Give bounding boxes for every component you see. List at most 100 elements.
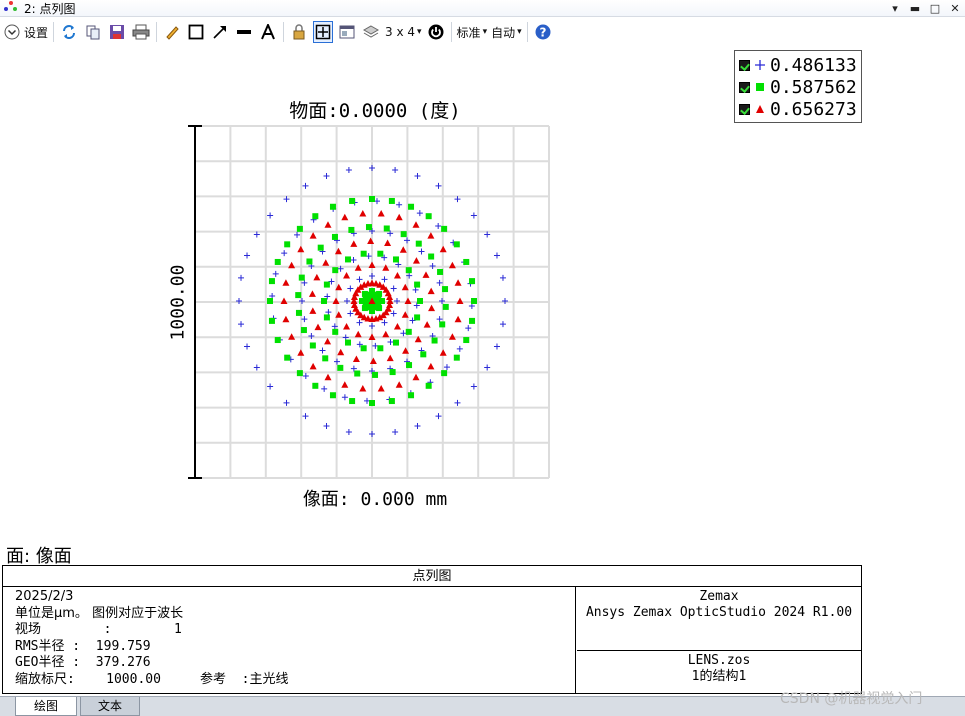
spot-plus	[319, 347, 326, 354]
checkbox-icon[interactable]	[739, 103, 750, 115]
spot-plus	[435, 182, 442, 189]
power-button[interactable]	[426, 21, 446, 43]
info-scale: 缩放标尺: 1000.00	[15, 671, 161, 687]
print-button[interactable]	[131, 21, 151, 43]
spot-square	[471, 298, 477, 304]
info-filename: LENS.zos	[687, 653, 751, 668]
spot-plus	[465, 325, 472, 332]
spot-triangle	[297, 245, 305, 253]
spot-square	[321, 298, 327, 304]
spot-plus	[301, 279, 308, 286]
spot-plus	[435, 413, 442, 420]
save-button[interactable]	[107, 21, 127, 43]
spot-square	[332, 267, 339, 274]
spot-plus	[394, 298, 400, 304]
spot-plus	[404, 237, 410, 244]
text-tool-button[interactable]	[258, 21, 278, 43]
line-tool-button[interactable]	[234, 21, 254, 43]
grid-dropdown[interactable]: 3 x 4	[385, 21, 422, 43]
copy-icon	[86, 25, 100, 40]
spot-square	[469, 317, 476, 324]
rectangle-tool-button[interactable]	[186, 21, 206, 43]
auto-dropdown[interactable]: 自动	[491, 21, 522, 43]
spot-plus	[334, 358, 340, 365]
fit-button[interactable]	[313, 21, 334, 43]
checkbox-icon[interactable]	[739, 59, 750, 71]
info-units: 单位是μm。 图例对应于波长	[15, 605, 184, 621]
info-file: LENS.zos 1的结构1	[577, 652, 861, 692]
spot-square	[345, 256, 351, 263]
spot-triangle	[456, 297, 464, 304]
maximize-button[interactable]: □	[925, 2, 945, 15]
spot-plus	[369, 165, 375, 171]
spot-triangle	[309, 362, 317, 370]
dropdown-icon[interactable]: ▾	[885, 2, 905, 15]
spot-square	[295, 309, 302, 316]
spot-plus	[267, 383, 274, 390]
spot-square	[360, 250, 367, 257]
spot-triangle	[309, 307, 317, 314]
spot-triangle	[297, 349, 305, 356]
spot-triangle	[395, 381, 403, 388]
close-button[interactable]: ✕	[945, 2, 965, 15]
toolbar-separator	[156, 22, 158, 42]
object-field-label: 物面:0.0000 (度)	[289, 100, 461, 122]
spot-square	[309, 342, 316, 349]
spot-square	[388, 197, 395, 204]
spot-plus	[302, 413, 309, 420]
spot-triangle	[399, 246, 407, 253]
spot-square	[469, 278, 476, 285]
spot-triangle	[393, 272, 401, 279]
standard-label: 标准	[456, 25, 481, 40]
refresh-button[interactable]	[59, 21, 79, 43]
spot-plus	[325, 309, 332, 316]
spot-plus	[347, 310, 354, 317]
spot-plus	[238, 321, 245, 328]
spot-triangle	[439, 349, 447, 356]
window-title: 2: 点列图	[24, 1, 76, 16]
pencil-button[interactable]	[162, 21, 182, 43]
spot-plus	[390, 285, 397, 292]
fit-icon	[315, 24, 331, 40]
spot-triangle	[384, 239, 392, 247]
legend-entry[interactable]: 0.587562	[735, 76, 861, 98]
spot-plus	[396, 201, 403, 208]
tab-plot[interactable]: 绘图	[15, 697, 77, 716]
settings-button[interactable]: 设置	[4, 21, 48, 43]
spot-triangle	[282, 279, 290, 286]
spot-square	[312, 213, 319, 220]
legend-value: 0.486133	[770, 54, 857, 76]
spot-square	[377, 345, 384, 352]
standard-dropdown[interactable]: 标准	[457, 21, 488, 43]
spot-plus	[281, 250, 288, 257]
spot-plus	[301, 316, 308, 323]
spot-triangle	[341, 213, 349, 221]
spot-plus	[392, 428, 399, 435]
arrow-tool-button[interactable]	[210, 21, 230, 43]
tab-text[interactable]: 文本	[80, 697, 140, 716]
spot-square	[417, 298, 423, 304]
legend-entry[interactable]: 0.656273	[735, 98, 861, 120]
spot-plus	[381, 276, 388, 283]
spot-triangle	[412, 373, 420, 381]
legend-entry[interactable]: 0.486133	[735, 54, 861, 76]
checkbox-icon[interactable]	[739, 81, 750, 93]
spot-triangle	[324, 373, 332, 381]
legend-value: 0.656273	[770, 98, 857, 120]
spot-plus	[321, 385, 328, 392]
lock-button[interactable]	[289, 21, 309, 43]
info-geo-radius: GEO半径 : 379.276	[15, 655, 151, 670]
rectangle-icon	[188, 24, 204, 40]
square-marker-icon	[754, 81, 766, 93]
spot-square	[425, 382, 432, 389]
layers-button[interactable]	[361, 21, 381, 43]
spot-triangle	[386, 354, 394, 362]
copy-button[interactable]	[83, 21, 103, 43]
help-button[interactable]: ?	[533, 21, 553, 43]
window-layout-button[interactable]	[337, 21, 357, 43]
spot-square	[348, 226, 355, 233]
info-date: 2025/2/3	[15, 589, 74, 604]
spot-square	[267, 298, 273, 304]
settings-label: 设置	[24, 25, 49, 40]
minimize-button[interactable]: ▬	[905, 2, 925, 15]
